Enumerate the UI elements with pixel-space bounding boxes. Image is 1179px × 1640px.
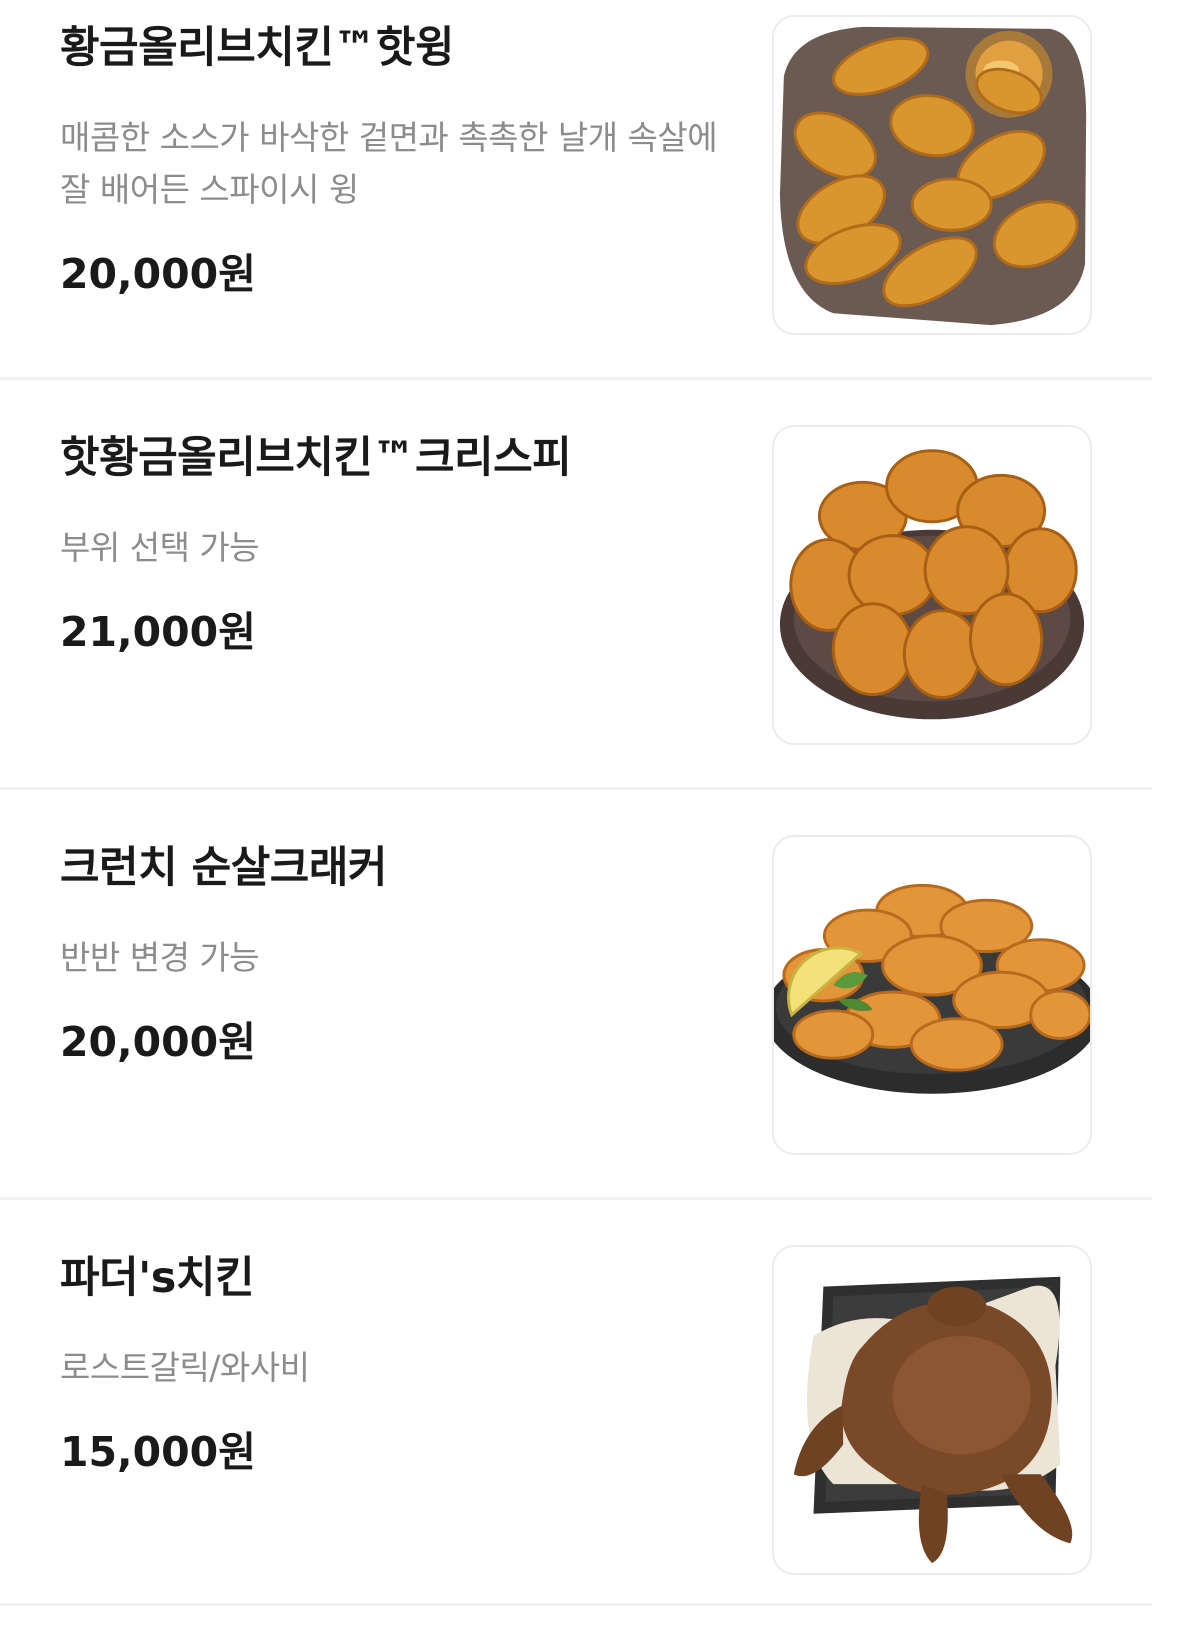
item-divider	[0, 787, 1152, 790]
menu-list: 황금올리브치킨™핫윙 매콤한 소스가 바삭한 겉면과 촉촉한 날개 속살에 잘 …	[0, 0, 1179, 1606]
whole-roast-chicken-on-tray-icon	[793, 1276, 1073, 1564]
menu-item-hot-crispy[interactable]: 핫황금올리브치킨™크리스피 부위 선택 가능 21,000원	[0, 410, 1179, 820]
boneless-crispy-chicken-with-lemon-icon	[774, 883, 1090, 1094]
menu-item-image[interactable]	[772, 15, 1092, 335]
menu-item-image[interactable]	[772, 835, 1092, 1155]
menu-item-description: 반반 변경 가능	[60, 938, 260, 977]
menu-item-name: 핫황금올리브치킨™크리스피	[60, 433, 572, 483]
menu-item-crunch-cracker[interactable]: 크런치 순살크래커 반반 변경 가능 20,000원	[0, 820, 1179, 1230]
menu-item-price: 20,000원	[60, 1018, 256, 1066]
menu-item-hot-wing[interactable]: 황금올리브치킨™핫윙 매콤한 소스가 바삭한 겉면과 촉촉한 날개 속살에 잘 …	[0, 0, 1179, 410]
item-divider	[0, 1197, 1152, 1200]
menu-item-image[interactable]	[772, 1245, 1092, 1575]
menu-item-price: 15,000원	[60, 1428, 256, 1476]
menu-item-description: 매콤한 소스가 바삭한 겉면과 촉촉한 날개 속살에 잘 배어든 스파이시 윙	[60, 118, 718, 209]
item-divider	[0, 377, 1152, 380]
menu-item-fathers-chicken[interactable]: 파더's치킨 로스트갈릭/와사비 15,000원	[0, 1230, 1179, 1640]
menu-item-image[interactable]	[772, 425, 1092, 745]
menu-item-price: 21,000원	[60, 608, 256, 656]
menu-item-name: 파더's치킨	[60, 1253, 255, 1303]
crispy-fried-chicken-pile-icon	[779, 449, 1085, 720]
chicken-wings-with-dipping-sauce-icon	[779, 26, 1087, 326]
menu-item-description: 로스트갈릭/와사비	[60, 1348, 310, 1387]
menu-item-description: 부위 선택 가능	[60, 528, 260, 567]
menu-item-name: 크런치 순살크래커	[60, 843, 387, 893]
menu-item-price: 20,000원	[60, 250, 256, 298]
menu-item-name: 황금올리브치킨™핫윙	[60, 23, 455, 73]
